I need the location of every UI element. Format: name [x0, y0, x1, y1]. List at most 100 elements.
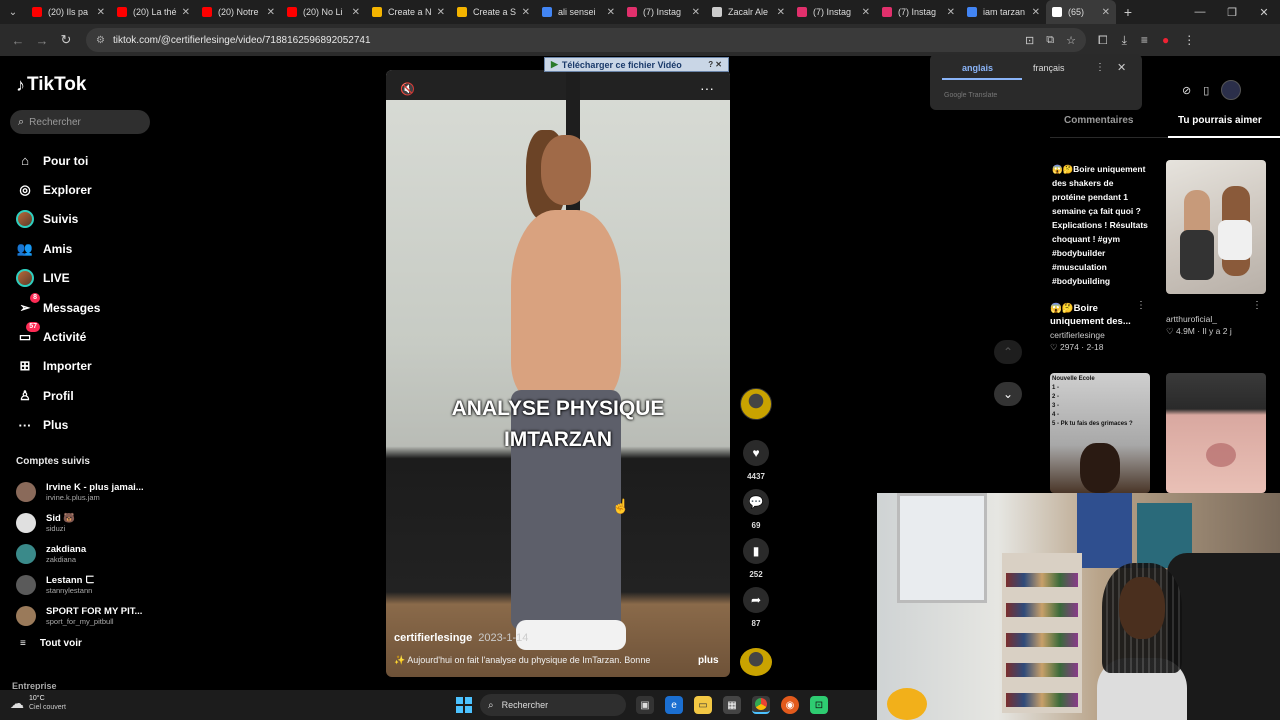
help-icon[interactable]: ? ✕: [708, 60, 722, 69]
browser-tab[interactable]: (7) Instag ✕: [791, 0, 876, 24]
tab-close-icon[interactable]: ✕: [1032, 7, 1040, 18]
tab-close-icon[interactable]: ✕: [607, 7, 615, 18]
tab-close-icon[interactable]: ✕: [267, 7, 275, 18]
browser-tab[interactable]: Zacalr Ale ✕: [706, 0, 791, 24]
extensions-icon[interactable]: ⧠: [1098, 33, 1108, 48]
recommended-card[interactable]: Nouvelle Ecole 1 - 2 - 3 - 4 - 5 - Pk tu…: [1050, 373, 1150, 493]
video-player[interactable]: 🔇 ···: [386, 70, 730, 677]
download-video-button[interactable]: ▶ Télécharger ce fichier Vidéo ? ✕: [544, 57, 729, 72]
open-in-app-icon[interactable]: ⧉: [1046, 34, 1054, 47]
translate-icon[interactable]: ⊡: [1025, 34, 1034, 47]
card-thumbnail[interactable]: [1166, 373, 1266, 493]
close-window-icon[interactable]: ✕: [1248, 6, 1280, 19]
media-icon[interactable]: ≡: [1141, 33, 1148, 48]
nav-item-messages[interactable]: ➢ 8 Messages: [16, 292, 100, 322]
tab-close-icon[interactable]: ✕: [862, 7, 870, 18]
browser-tab[interactable]: (20) Notre ✕: [196, 0, 281, 24]
weather-widget[interactable]: ☁ 10°C Ciel couvert: [10, 694, 66, 712]
heart-icon[interactable]: ♥: [743, 440, 769, 466]
nav-item-amis[interactable]: 👥 Amis: [16, 234, 100, 263]
creator-avatar[interactable]: [740, 388, 772, 420]
nav-item-explorer[interactable]: ◎ Explorer: [16, 175, 100, 204]
chrome-icon[interactable]: [752, 696, 770, 714]
translate-menu-icon[interactable]: ⋮: [1095, 62, 1105, 73]
device-icon[interactable]: ▯: [1203, 84, 1209, 97]
previous-video-button[interactable]: ⌃: [994, 340, 1022, 364]
followed-account[interactable]: Lestann ㄈ stannylestann: [16, 569, 144, 600]
next-video-button[interactable]: ⌄: [994, 382, 1022, 406]
windows-start-icon[interactable]: [456, 697, 472, 713]
tab-close-icon[interactable]: ✕: [352, 7, 360, 18]
tab-recommended[interactable]: Tu pourrais aimer: [1178, 115, 1262, 126]
back-icon[interactable]: ←: [6, 33, 30, 48]
browser-tab[interactable]: ali sensei ✕: [536, 0, 621, 24]
browser-tab[interactable]: Create a S ✕: [451, 0, 536, 24]
card-menu-icon[interactable]: ⋮: [1136, 300, 1146, 311]
profile-icon[interactable]: ●: [1162, 33, 1169, 48]
bookmark-icon[interactable]: ▮: [743, 538, 769, 564]
music-disc-avatar[interactable]: [740, 648, 772, 676]
tab-close-icon[interactable]: ✕: [947, 7, 955, 18]
edge-icon[interactable]: e: [665, 696, 683, 714]
firefox-icon[interactable]: ◉: [781, 696, 799, 714]
nav-item-live[interactable]: LIVE: [16, 264, 100, 293]
followed-account[interactable]: Irvine K - plus jamai... irvine.k.plus.ja…: [16, 476, 144, 507]
browser-tab[interactable]: iam tarzan ✕: [961, 0, 1046, 24]
tab-close-icon[interactable]: ✕: [182, 7, 190, 18]
browser-tab[interactable]: (7) Instag ✕: [876, 0, 961, 24]
browser-tab[interactable]: (20) No Li ✕: [281, 0, 366, 24]
translate-target-tab[interactable]: français: [1033, 63, 1065, 73]
followed-account[interactable]: Sid 🐻 siduzi: [16, 507, 144, 538]
bookmark-star-icon[interactable]: ☆: [1066, 34, 1076, 47]
recommended-card[interactable]: artthuroficial_ ♡ 4.9M · Il y a 2 j ⋮: [1166, 160, 1266, 337]
file-explorer-icon[interactable]: ▭: [694, 696, 712, 714]
nav-item-activit-[interactable]: ▭ 57 Activité: [16, 322, 100, 351]
tab-close-icon[interactable]: ✕: [522, 7, 530, 18]
volume-icon[interactable]: 🔇: [400, 82, 415, 96]
tab-search-icon[interactable]: ⌄: [0, 0, 26, 24]
followed-account[interactable]: SPORT FOR MY PIT... sport_for_my_pitbull: [16, 600, 144, 631]
recommended-card[interactable]: [1166, 373, 1266, 493]
browser-tab[interactable]: Create a N ✕: [366, 0, 451, 24]
caption-more-link[interactable]: plus: [698, 655, 719, 666]
taskbar-search-input[interactable]: ⌕ Rechercher: [480, 694, 626, 716]
nav-item-suivis[interactable]: Suivis: [16, 205, 100, 234]
nav-item-plus[interactable]: ··· Plus: [16, 411, 100, 440]
browser-tab[interactable]: (65) ✕: [1046, 0, 1116, 24]
tab-close-icon[interactable]: ✕: [437, 7, 445, 18]
save-action[interactable]: ▮ 252: [738, 538, 774, 579]
new-tab-button[interactable]: +: [1116, 4, 1140, 20]
tab-comments[interactable]: Commentaires: [1064, 115, 1133, 126]
translate-close-icon[interactable]: ✕: [1117, 61, 1126, 74]
browser-tab[interactable]: (7) Instag ✕: [621, 0, 706, 24]
tab-close-icon[interactable]: ✕: [692, 7, 700, 18]
task-view-icon[interactable]: ▣: [636, 696, 654, 714]
comment-action[interactable]: 💬 69: [738, 489, 774, 530]
more-options-icon[interactable]: ···: [700, 80, 714, 96]
minimize-icon[interactable]: —: [1184, 6, 1216, 19]
see-all-link[interactable]: ≡ Tout voir: [20, 638, 82, 649]
comment-icon[interactable]: 💬: [743, 489, 769, 515]
maximize-icon[interactable]: ❐: [1216, 6, 1248, 19]
site-info-icon[interactable]: ⚙: [96, 35, 105, 46]
compass-icon[interactable]: ⊘: [1182, 84, 1191, 97]
card-thumbnail[interactable]: Nouvelle Ecole 1 - 2 - 3 - 4 - 5 - Pk tu…: [1050, 373, 1150, 493]
streaming-app-icon[interactable]: ⊡: [810, 696, 828, 714]
like-action[interactable]: ♥ 4437: [738, 440, 774, 481]
followed-account[interactable]: zakdiana zakdiana: [16, 538, 144, 569]
download-icon[interactable]: ⤓: [1122, 33, 1127, 48]
nav-item-pour-toi[interactable]: ⌂ Pour toi: [16, 146, 100, 175]
nav-item-profil[interactable]: ♙ Profil: [16, 381, 100, 410]
video-author[interactable]: certifierlesinge 2023-1-14: [394, 632, 528, 644]
reload-icon[interactable]: ↻: [54, 32, 78, 48]
card-thumbnail[interactable]: [1166, 160, 1266, 294]
card-menu-icon[interactable]: ⋮: [1252, 300, 1262, 311]
tab-close-icon[interactable]: ✕: [97, 7, 105, 18]
browser-tab[interactable]: (20) Ils pa ✕: [26, 0, 111, 24]
card-thumbnail[interactable]: 😱🤔Boire uniquement des shakers de protéi…: [1050, 160, 1150, 294]
share-icon[interactable]: ➦: [743, 587, 769, 613]
share-action[interactable]: ➦ 87: [738, 587, 774, 628]
tab-close-icon[interactable]: ✕: [1102, 7, 1110, 18]
menu-icon[interactable]: ⋮: [1183, 33, 1195, 48]
tab-close-icon[interactable]: ✕: [777, 7, 785, 18]
